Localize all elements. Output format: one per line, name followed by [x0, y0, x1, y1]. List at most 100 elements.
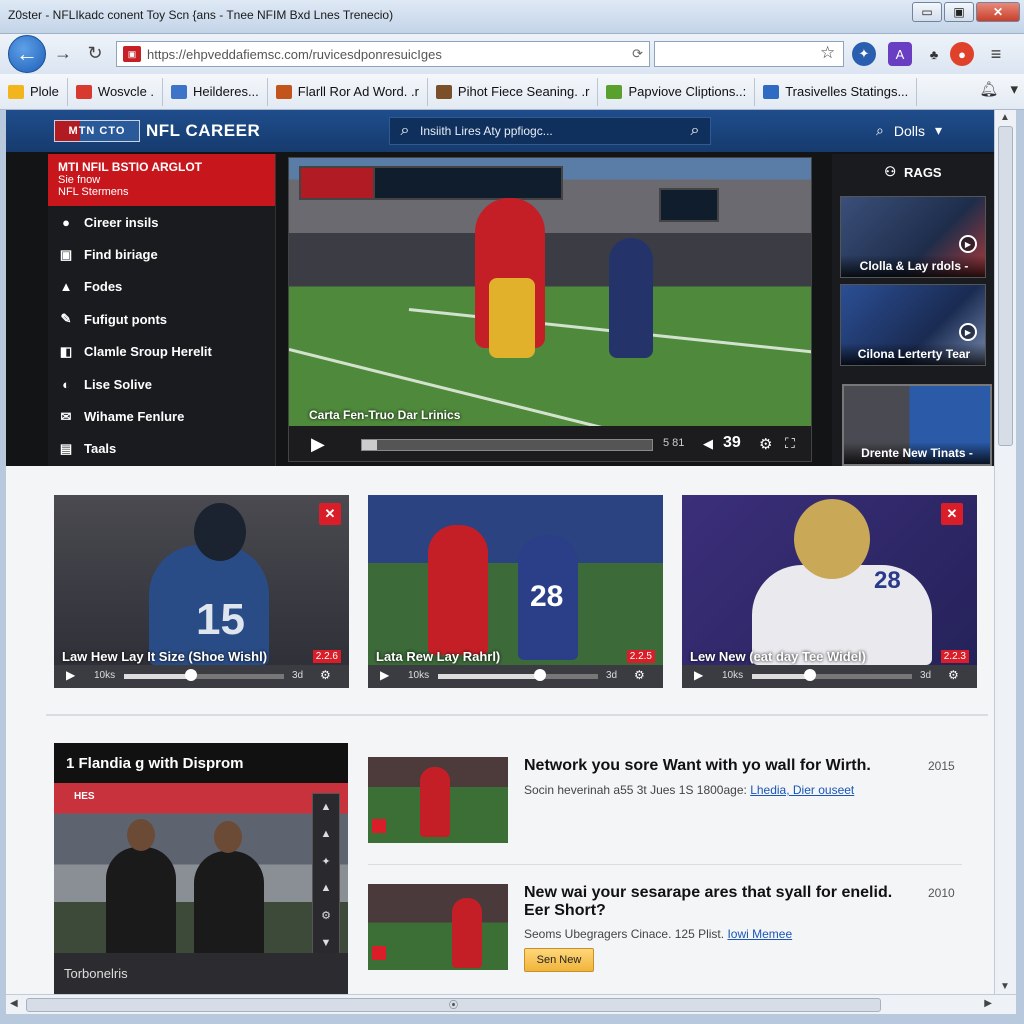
- video-thumbnail: 28: [682, 495, 977, 665]
- play-icon[interactable]: ▶: [311, 434, 325, 455]
- extension-icon[interactable]: A: [888, 42, 912, 66]
- article-link[interactable]: Iowi Memee: [727, 927, 792, 941]
- settings-icon[interactable]: ⚙: [948, 668, 959, 682]
- up-icon[interactable]: ▲: [321, 801, 332, 813]
- url-refresh-icon[interactable]: ⟳: [626, 46, 649, 62]
- sidebar-item[interactable]: ◧ Clamle Sroup Herelit: [48, 336, 275, 368]
- settings-icon[interactable]: ⚙: [321, 909, 331, 922]
- user-search-icon[interactable]: ⌕: [876, 122, 884, 139]
- maximize-button[interactable]: ▣: [944, 2, 974, 22]
- close-window-button[interactable]: ✕: [976, 2, 1020, 22]
- search-submit-icon[interactable]: ⌕: [680, 122, 710, 140]
- play-icon[interactable]: ▶: [694, 668, 703, 682]
- sidebar-item[interactable]: ✎ Fufigut ponts: [48, 303, 275, 335]
- sidebar-item[interactable]: ◐ Lise Solive: [48, 368, 275, 400]
- section-divider: [46, 714, 988, 716]
- back-button[interactable]: ←: [8, 35, 46, 73]
- scroll-down-icon[interactable]: ▼: [1000, 981, 1010, 992]
- scrollbar-thumb[interactable]: ⦿: [26, 998, 881, 1012]
- vertical-scrollbar[interactable]: ▲ ▼: [994, 110, 1016, 994]
- video-card[interactable]: 28 Lata Rew Lay Rahrl) 2.2.5 ▶ 10ks 3d ⚙: [368, 495, 663, 688]
- article-item[interactable]: New wai your sesarape ares that syall fo…: [368, 884, 962, 994]
- helmet-figure: [194, 503, 246, 561]
- forward-icon[interactable]: →: [52, 42, 74, 64]
- bookmark-star-icon[interactable]: ☆: [820, 43, 835, 63]
- progress-knob[interactable]: [803, 669, 816, 681]
- menu-icon[interactable]: ≡: [984, 42, 1008, 66]
- bookmark-item[interactable]: Trasivelles Statings...: [755, 77, 918, 106]
- reload-icon[interactable]: ↻: [84, 42, 106, 64]
- site-logo[interactable]: MTN CTO NFL CAREER: [54, 120, 260, 142]
- article-year: 2015: [928, 759, 955, 773]
- video-progress-bar[interactable]: [361, 439, 653, 451]
- play-icon[interactable]: ▶: [66, 668, 75, 682]
- article-thumbnail[interactable]: [368, 757, 508, 843]
- address-bar[interactable]: ▣ https://ehpveddafiemsc.com/ruvicesdpon…: [116, 41, 650, 67]
- scroll-up-icon[interactable]: ▲: [1000, 112, 1010, 123]
- sidebar-item[interactable]: ✉ Wihame Fenlure: [48, 400, 275, 432]
- bookmark-item[interactable]: Heilderes...: [163, 77, 268, 106]
- promo-subtitle: Sie fnow: [58, 174, 101, 186]
- article-thumbnail[interactable]: [368, 884, 508, 970]
- site-search-bar[interactable]: ⌕ Insiith Lires Aty ppfiogc... ⌕: [389, 117, 711, 145]
- video-controls: ▶ 10ks 3d ⚙: [368, 665, 663, 688]
- sidebar-item[interactable]: ▲ Fodes: [48, 271, 275, 303]
- bell-icon[interactable]: 🔔︎: [979, 80, 998, 98]
- live-stream-box[interactable]: 1 Flandia g with Disprom HES ▲ ▲ ✦ ▲ ⚙ ▼…: [54, 743, 348, 994]
- bookmark-item[interactable]: Plole: [0, 77, 68, 106]
- progress-knob[interactable]: [534, 669, 547, 681]
- sidebar-item[interactable]: ▣ Find biriage: [48, 238, 275, 270]
- article-year: 2010: [928, 886, 955, 900]
- bookmark-item[interactable]: Papviove Cliptions..:: [598, 77, 756, 106]
- scroll-right-icon[interactable]: ▶: [984, 998, 992, 1009]
- progress-fill: [124, 674, 192, 679]
- bookmark-item[interactable]: Pihot Fiece Seaning. .r: [428, 77, 599, 106]
- down-icon[interactable]: ▼: [321, 937, 332, 949]
- main-video-player[interactable]: Carta Fen-Truo Dar Lrinics ▶ 5 81 ◀ 39 ⚙…: [288, 157, 812, 462]
- up-icon[interactable]: ▲: [321, 882, 332, 894]
- video-progress-bar[interactable]: [124, 674, 284, 679]
- close-icon[interactable]: ✕: [941, 503, 963, 525]
- bookmark-item[interactable]: Wosvcle .: [68, 77, 164, 106]
- related-video-card[interactable]: ▶ Cilona Lerterty Tear: [840, 284, 986, 366]
- progress-knob[interactable]: [185, 669, 198, 681]
- horizontal-scrollbar[interactable]: ◀ ⦿ ▶: [6, 994, 1016, 1014]
- article-link[interactable]: Lhedia, Dier ouseet: [750, 783, 854, 797]
- video-progress-bar[interactable]: [438, 674, 598, 679]
- sidebar-item[interactable]: ▤ Taals: [48, 433, 275, 465]
- see-new-button[interactable]: Sen New: [524, 948, 594, 972]
- article-headline[interactable]: New wai your sesarape ares that syall fo…: [524, 884, 904, 920]
- browser-search-input[interactable]: [654, 41, 844, 67]
- video-time: 5 81: [663, 437, 685, 449]
- fullscreen-icon[interactable]: ⛶: [785, 435, 795, 452]
- sidebar-item[interactable]: ● Cireer insils: [48, 206, 275, 238]
- site-search-input[interactable]: Insiith Lires Aty ppfiogc...: [420, 124, 680, 138]
- bookmark-item[interactable]: Flarll Ror Ad Word. .r: [268, 77, 428, 106]
- play-icon[interactable]: ▶: [380, 668, 389, 682]
- video-time: 10ks: [722, 670, 744, 681]
- video-progress-bar[interactable]: [752, 674, 912, 679]
- video-card[interactable]: 28 ✕ Lew New (eat day Tee Widel) 2.2.3 ▶…: [682, 495, 977, 688]
- related-video-card[interactable]: ▶ Clolla & Lay rdols -: [840, 196, 986, 278]
- related-video-card[interactable]: Drente New Tinats -: [842, 384, 992, 466]
- alert-icon[interactable]: ●: [950, 42, 974, 66]
- scroll-left-icon[interactable]: ◀: [10, 998, 18, 1009]
- sparkle-icon[interactable]: ✦: [321, 855, 330, 868]
- sidebar-promo[interactable]: MTI NFIL BSTIO ARGLOT Sie fnow NFL Sterm…: [48, 154, 275, 206]
- user-menu[interactable]: ⌕ Dolls ▾: [876, 122, 942, 139]
- sync-icon[interactable]: ✦: [852, 42, 876, 66]
- settings-gear-icon[interactable]: ⚙: [759, 435, 772, 453]
- chevron-down-icon[interactable]: ▾: [1010, 80, 1018, 98]
- scrollbar-thumb[interactable]: [998, 126, 1013, 446]
- close-icon[interactable]: ✕: [319, 503, 341, 525]
- settings-icon[interactable]: ⚙: [634, 668, 645, 682]
- bookmarks-manager-icon[interactable]: ♣: [922, 42, 946, 66]
- volume-icon[interactable]: ◀: [703, 436, 713, 452]
- minimize-button[interactable]: ▭: [912, 2, 942, 22]
- article-item[interactable]: Network you sore Want with yo wall for W…: [368, 757, 962, 847]
- article-headline[interactable]: Network you sore Want with yo wall for W…: [524, 757, 904, 775]
- up-icon[interactable]: ▲: [321, 828, 332, 840]
- video-card[interactable]: 15 ✕ Law Hew Lay It Size (Shoe Wishl) 2.…: [54, 495, 349, 688]
- hero-section: MTI NFIL BSTIO ARGLOT Sie fnow NFL Sterm…: [6, 152, 994, 466]
- settings-icon[interactable]: ⚙: [320, 668, 331, 682]
